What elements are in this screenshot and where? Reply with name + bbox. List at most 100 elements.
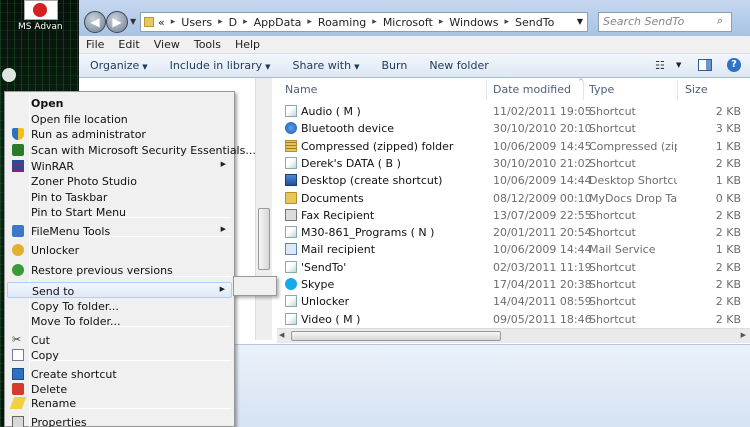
column-name[interactable]: Name <box>285 83 317 96</box>
chevron-down-icon[interactable]: ▼ <box>676 61 681 69</box>
horizontal-scrollbar[interactable]: ◀ ▶ <box>277 328 750 343</box>
menu-item-send-to[interactable]: Send to ▶ <box>7 282 232 298</box>
menu-item-label: Rename <box>31 397 77 410</box>
menu-item-label: Unlocker <box>31 244 80 257</box>
address-dropdown-icon[interactable]: ▼ <box>573 12 587 32</box>
menu-item-copy[interactable]: Copy <box>7 347 232 363</box>
menu-item-move-to-folder[interactable]: Move To folder... <box>7 313 232 329</box>
help-icon[interactable]: ? <box>727 58 741 72</box>
menu-item-winrar[interactable]: WinRAR ▶ <box>7 158 232 174</box>
menu-item-copy-to-folder[interactable]: Copy To folder... <box>7 298 232 314</box>
file-row[interactable]: Unlocker 14/04/2011 08:59 Shortcut 2 KB <box>277 293 750 310</box>
breadcrumb-users[interactable]: Users <box>181 16 212 29</box>
file-name: Desktop (create shortcut) <box>301 174 443 188</box>
file-size: 2 KB <box>715 312 741 326</box>
recent-pages-dropdown[interactable]: ▼ <box>130 17 136 26</box>
desktop-shortcut-icon[interactable] <box>24 0 58 20</box>
file-name: Documents <box>301 191 364 205</box>
file-size: 2 KB <box>715 226 741 240</box>
scroll-left-icon[interactable]: ◀ <box>279 331 284 339</box>
breadcrumb-windows[interactable]: Windows <box>449 16 498 29</box>
file-row[interactable]: Skype 17/04/2011 20:38 Shortcut 2 KB <box>277 276 750 293</box>
file-type: Shortcut <box>589 295 636 309</box>
include-in-library-button[interactable]: Include in library ▼ <box>159 59 282 72</box>
menu-item-pin-to-taskbar[interactable]: Pin to Taskbar <box>7 189 232 205</box>
menu-tools[interactable]: Tools <box>187 38 228 51</box>
menu-item-label: Copy To folder... <box>31 300 119 313</box>
menu-item-unlocker[interactable]: Unlocker <box>7 242 232 258</box>
menu-item-pin-to-start-menu[interactable]: Pin to Start Menu <box>7 204 232 220</box>
burn-button[interactable]: Burn <box>370 59 418 72</box>
menu-item-rename[interactable]: Rename <box>7 395 232 411</box>
menu-item-restore-previous-versions[interactable]: Restore previous versions <box>7 262 232 278</box>
command-bar: Organize ▼ Include in library ▼ Share with… <box>79 54 750 78</box>
file-row[interactable]: Desktop (create shortcut) 10/06/2009 14:4… <box>277 172 750 189</box>
file-row[interactable]: Documents 08/12/2009 00:10MyDocs Drop Tar… <box>277 190 750 207</box>
scrollbar-thumb[interactable] <box>258 208 270 270</box>
file-row[interactable]: 'SendTo' 02/03/2011 11:19 Shortcut 2 KB <box>277 259 750 276</box>
back-button[interactable]: ◀ <box>84 11 106 33</box>
menu-item-cut[interactable]: ✂ Cut <box>7 332 232 348</box>
breadcrumb-microsoft[interactable]: Microsoft <box>383 16 433 29</box>
column-type[interactable]: Type <box>589 83 614 96</box>
file-size: 0 KB <box>715 191 741 205</box>
file-name: Bluetooth device <box>301 122 395 136</box>
file-name: M30-861_Programs ( N ) <box>301 226 435 240</box>
file-name: Derek's DATA ( B ) <box>301 156 401 170</box>
file-name: Compressed (zipped) folder <box>301 139 454 153</box>
file-date: 10/06/2009 14:45 <box>493 139 592 153</box>
menu-item-open[interactable]: Open <box>7 95 232 111</box>
file-size: 1 KB <box>715 174 741 188</box>
file-row[interactable]: Video ( M ) 09/05/2011 18:46 Shortcut 2 KB <box>277 311 750 328</box>
file-row[interactable]: Derek's DATA ( B ) 30/10/2010 21:02 Shortc… <box>277 155 750 172</box>
file-row[interactable]: Fax Recipient 13/07/2009 22:55 Shortcut 2 K… <box>277 207 750 224</box>
send-to-submenu[interactable] <box>233 276 277 296</box>
breadcrumb-d[interactable]: D <box>229 16 237 29</box>
address-overflow[interactable]: « <box>158 16 165 29</box>
search-icon[interactable]: ⌕ <box>717 14 723 28</box>
menu-item-scan-with-microsoft-security-essentials[interactable]: Scan with Microsoft Security Essentials.… <box>7 142 256 158</box>
organize-button[interactable]: Organize ▼ <box>79 59 159 72</box>
file-type: Mail Service <box>589 243 656 257</box>
file-row[interactable]: Compressed (zipped) folder 10/06/2009 14:… <box>277 138 750 155</box>
forward-button[interactable]: ▶ <box>106 11 128 33</box>
file-type: Shortcut <box>589 122 636 136</box>
menu-edit[interactable]: Edit <box>111 38 146 51</box>
shortcut-icon <box>285 156 297 169</box>
file-type: Shortcut <box>589 208 636 222</box>
column-date-modified[interactable]: Date modified <box>493 83 571 96</box>
file-row[interactable]: Audio ( M ) 11/02/2011 19:05 Shortcut 2 KB <box>277 103 750 120</box>
menu-item-label: Cut <box>31 334 50 347</box>
file-row[interactable]: Mail recipient 10/06/2009 14:44 Mail Servi… <box>277 241 750 258</box>
file-size: 3 KB <box>715 122 741 136</box>
scroll-right-icon[interactable]: ▶ <box>741 331 746 339</box>
file-row[interactable]: M30-861_Programs ( N ) 20/01/2011 20:54 Sh… <box>277 224 750 241</box>
menu-item-zoner-photo-studio[interactable]: Zoner Photo Studio <box>7 173 232 189</box>
menu-item-run-as-administrator[interactable]: Run as administrator <box>7 126 232 142</box>
menu-file[interactable]: File <box>79 38 111 51</box>
file-date: 13/07/2009 22:55 <box>493 208 592 222</box>
shortcut-icon <box>285 260 297 273</box>
navigation-pane-scrollbar[interactable] <box>255 78 272 340</box>
scrollbar-thumb[interactable] <box>291 331 501 341</box>
menu-item-label: Send to <box>32 285 75 298</box>
breadcrumb-sendto[interactable]: SendTo <box>515 16 554 29</box>
breadcrumb-appdata[interactable]: AppData <box>254 16 302 29</box>
menu-item-open-file-location[interactable]: Open file location <box>7 111 232 127</box>
file-row[interactable]: Bluetooth device 30/10/2010 20:10 Shortcut… <box>277 120 750 137</box>
preview-pane-icon[interactable] <box>698 59 712 71</box>
menu-help[interactable]: Help <box>228 38 267 51</box>
menu-item-filemenu-tools[interactable]: FileMenu Tools ▶ <box>7 223 232 239</box>
column-size[interactable]: Size <box>685 83 708 96</box>
menu-view[interactable]: View <box>147 38 187 51</box>
address-bar[interactable]: « ▸ Users ▸ D ▸ AppData ▸ Roaming ▸ Micr… <box>140 12 588 32</box>
search-input[interactable]: Search SendTo <box>598 12 732 32</box>
winrar-icon <box>12 160 24 172</box>
menu-item-properties[interactable]: Properties <box>7 414 232 427</box>
breadcrumb-roaming[interactable]: Roaming <box>318 16 366 29</box>
new-folder-button[interactable]: New folder <box>418 59 499 72</box>
share-with-button[interactable]: Share with ▼ <box>282 59 371 72</box>
menu-item-label: FileMenu Tools <box>31 225 111 238</box>
change-view-icon[interactable]: ☷ <box>655 59 665 72</box>
menu-item-create-shortcut[interactable]: Create shortcut <box>7 366 232 382</box>
